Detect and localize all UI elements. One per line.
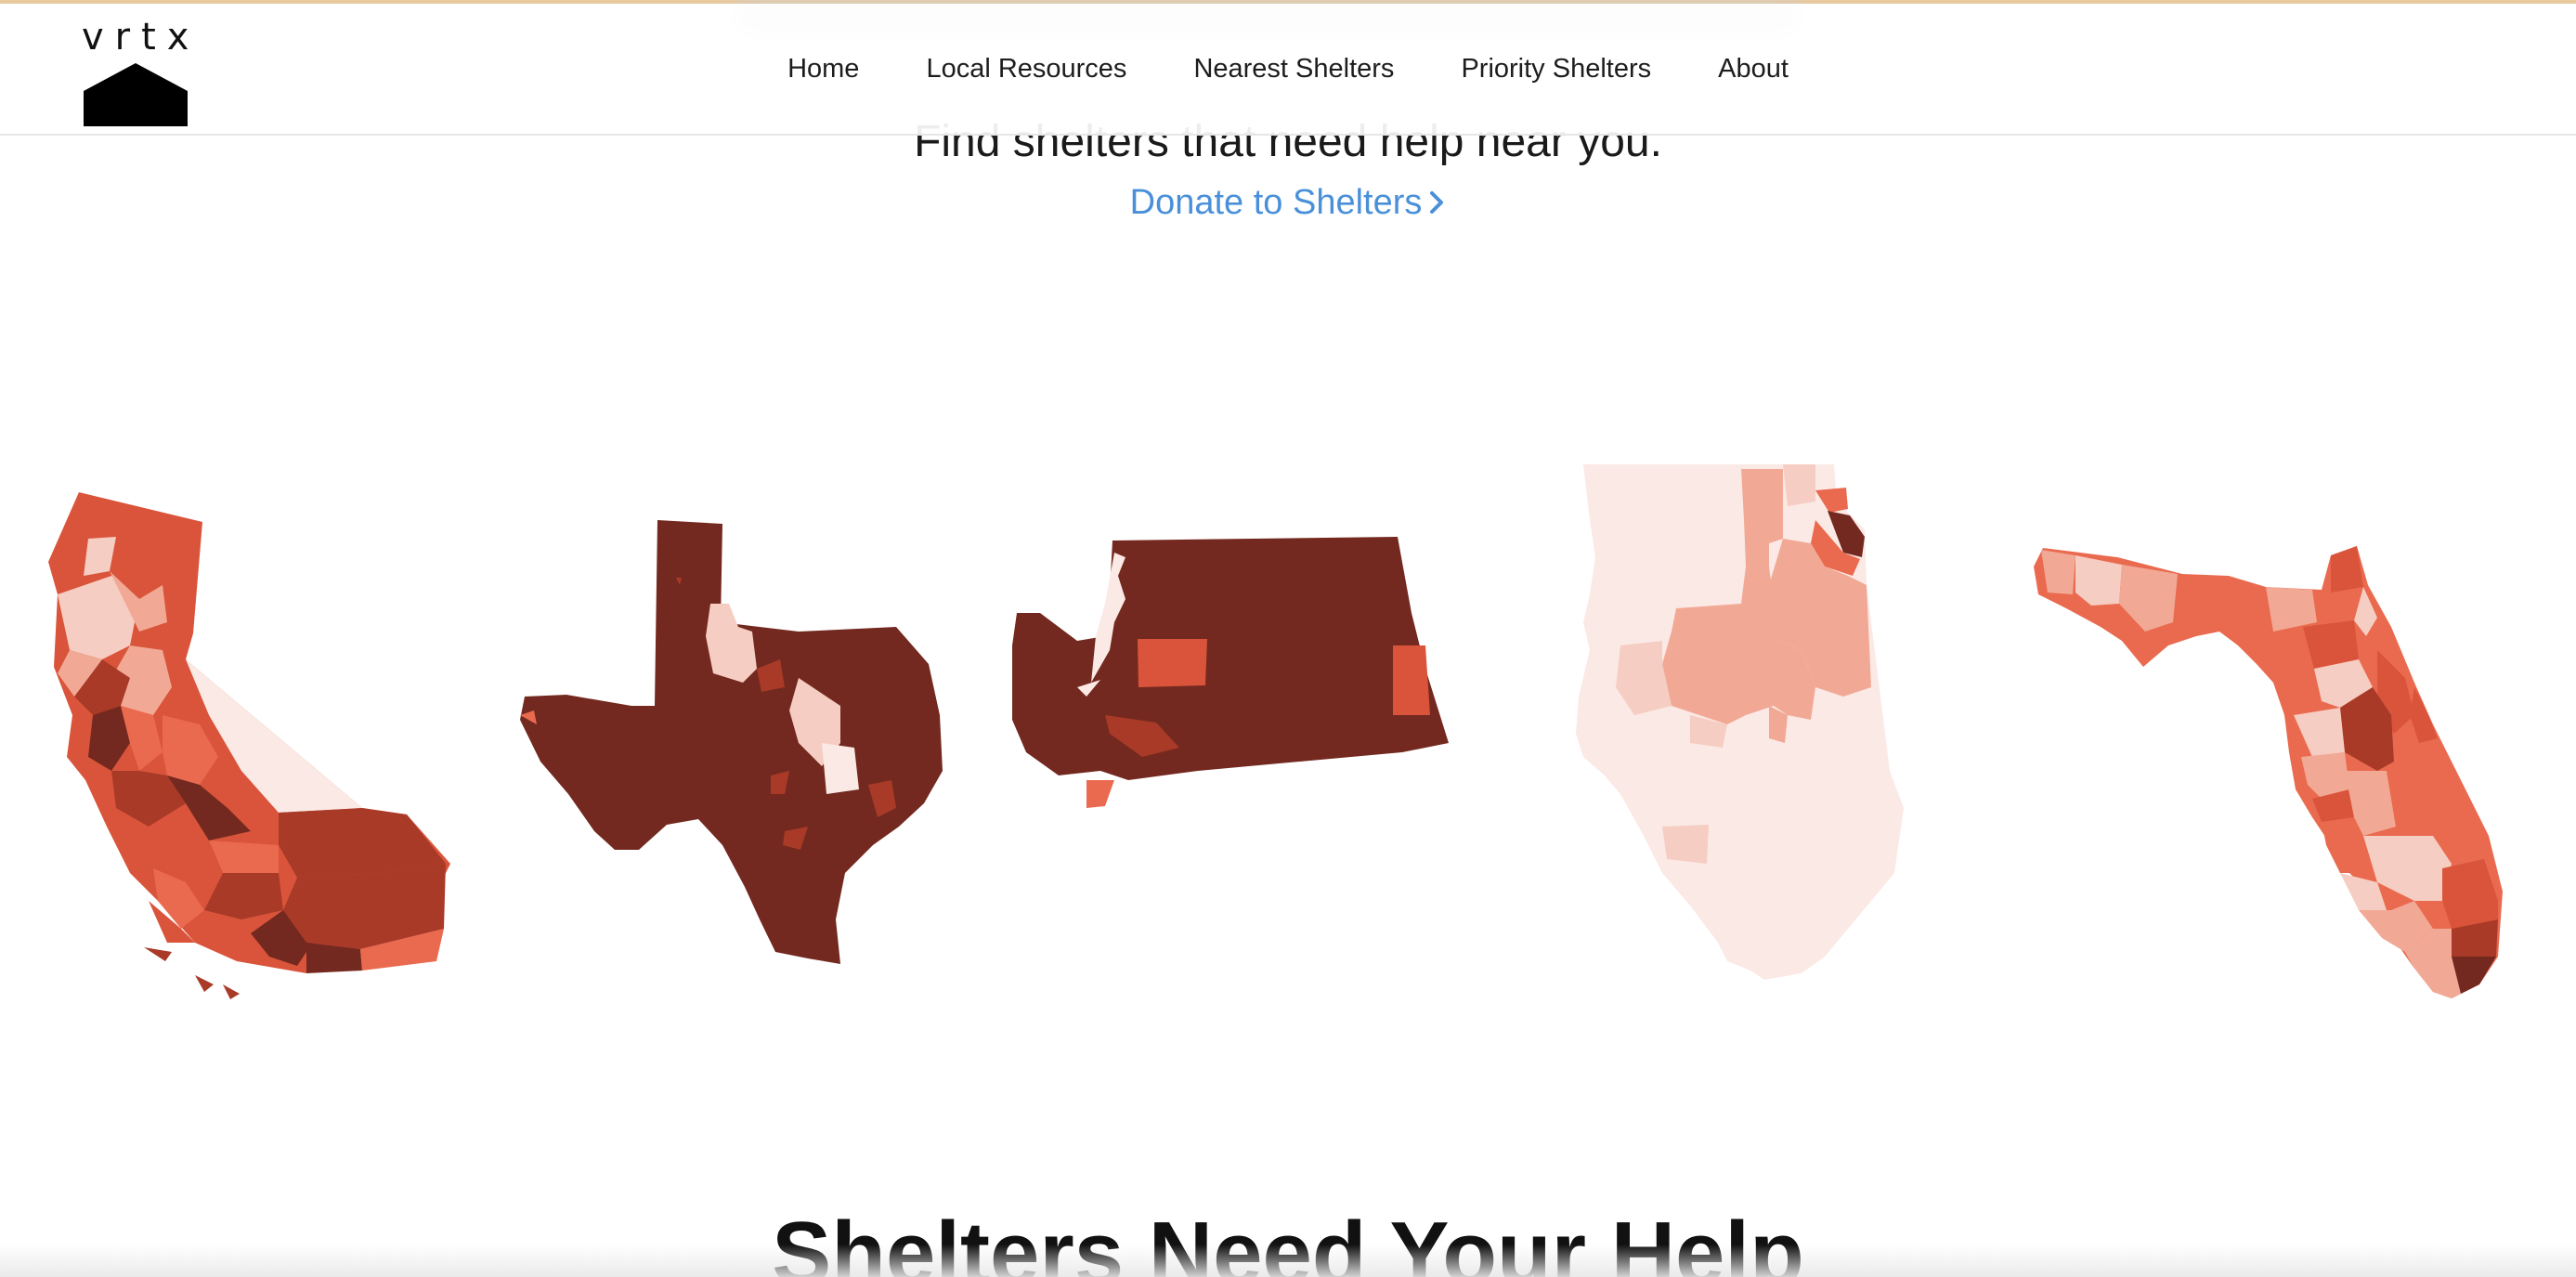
nav-priority-shelters[interactable]: Priority Shelters bbox=[1461, 54, 1651, 85]
map-illinois[interactable] bbox=[1576, 464, 1904, 980]
donate-link-label: Donate to Shelters bbox=[1129, 183, 1423, 222]
nav-nearest-shelters[interactable]: Nearest Shelters bbox=[1193, 54, 1394, 85]
state-maps bbox=[0, 437, 2576, 1012]
bottom-fade bbox=[0, 1244, 2576, 1277]
map-washington[interactable] bbox=[1012, 537, 1449, 808]
nav-local-resources[interactable]: Local Resources bbox=[926, 54, 1126, 85]
donate-row: Donate to Shelters bbox=[0, 176, 2576, 228]
page: Find shelters that need help near you. D… bbox=[0, 0, 2576, 1277]
nav-about[interactable]: About bbox=[1718, 54, 1789, 85]
nav-home[interactable]: Home bbox=[787, 54, 859, 85]
main-nav: Home Local Resources Nearest Shelters Pr… bbox=[0, 4, 2576, 134]
donate-link[interactable]: Donate to Shelters bbox=[1130, 183, 1447, 222]
map-florida[interactable] bbox=[2034, 546, 2503, 998]
state-maps-svg bbox=[48, 464, 2503, 999]
chevron-right-icon bbox=[1430, 190, 1444, 214]
map-california[interactable] bbox=[48, 492, 450, 999]
map-texas[interactable] bbox=[520, 520, 943, 964]
navbar: vrtx Home Local Resources Nearest Shelte… bbox=[0, 4, 2576, 136]
